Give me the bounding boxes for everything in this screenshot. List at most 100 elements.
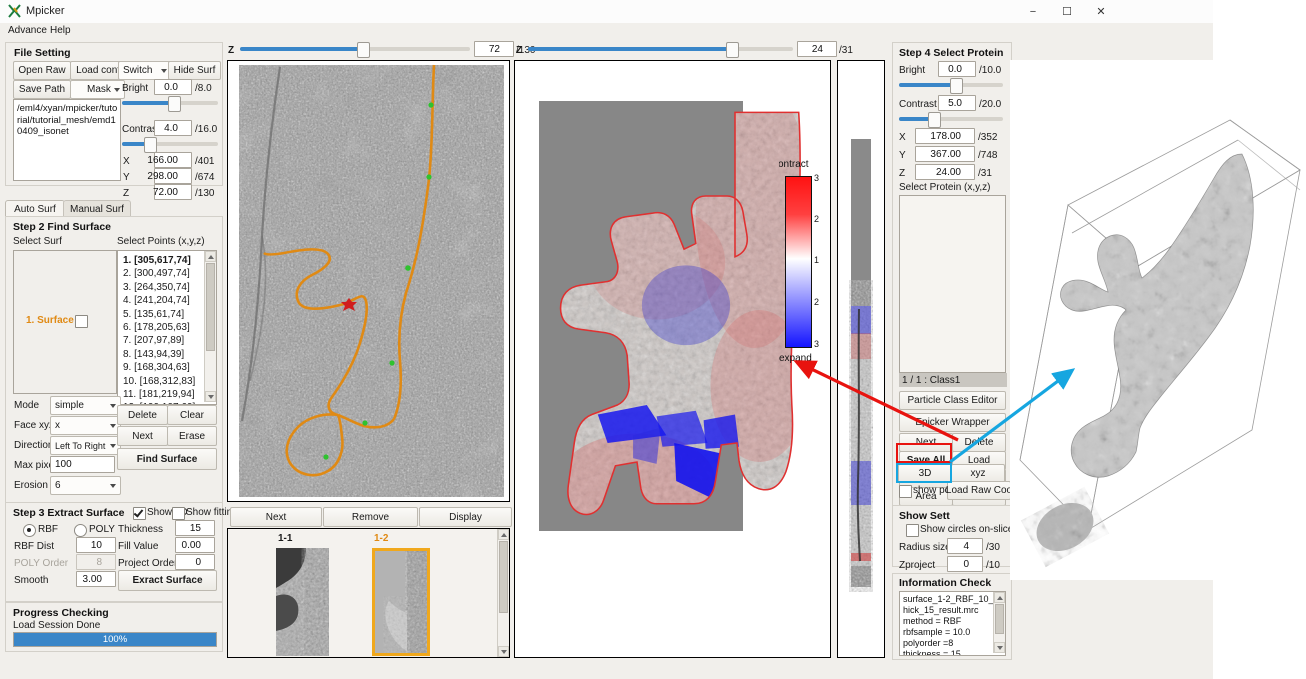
bright-spinbox[interactable]: 0.0: [154, 79, 192, 95]
thumbnail-image-1-1[interactable]: [276, 548, 329, 656]
slider-handle[interactable]: [144, 137, 157, 153]
menu-advance[interactable]: Advance: [5, 25, 50, 36]
scroll-down-icon[interactable]: [994, 642, 1005, 653]
face-xyz-dropdown[interactable]: x: [50, 416, 121, 435]
list-item[interactable]: 6. [178,205,63]: [118, 321, 204, 334]
find-surface-button[interactable]: Find Surface: [117, 448, 217, 470]
thickness-spinbox[interactable]: 15: [175, 520, 215, 536]
z-slider-center-spinbox[interactable]: 24: [797, 41, 837, 57]
list-item[interactable]: 8. [143,94,39]: [118, 348, 204, 361]
surface-list-item[interactable]: 1. Surface: [26, 315, 74, 326]
slider-handle[interactable]: [357, 42, 370, 58]
erase-button[interactable]: Erase: [167, 426, 217, 446]
z-slider-left-spinbox[interactable]: 72: [474, 41, 514, 57]
raw-tomogram-viewport[interactable]: [227, 60, 510, 502]
protein-delete-button[interactable]: Delete: [952, 433, 1006, 452]
slider-handle[interactable]: [950, 78, 963, 94]
open-raw-button[interactable]: Open Raw: [13, 61, 71, 80]
scroll-up-icon[interactable]: [205, 251, 216, 262]
erosion-dropdown[interactable]: 6: [50, 476, 121, 495]
list-item[interactable]: 1. [305,617,74]: [118, 254, 204, 267]
x-spinbox[interactable]: 166.00: [147, 152, 192, 168]
list-item[interactable]: 3. [264,350,74]: [118, 281, 204, 294]
direction-dropdown[interactable]: Left To Right: [50, 436, 121, 455]
protein-bright-slider[interactable]: [899, 78, 1003, 94]
particle-class-editor-button[interactable]: Particle Class Editor: [899, 391, 1006, 410]
z-slider-center[interactable]: [528, 42, 793, 58]
protein-contrast-slider[interactable]: [899, 112, 1003, 128]
list-item[interactable]: 2. [300,497,74]: [118, 267, 204, 280]
three-d-surface-render[interactable]: [1010, 60, 1306, 580]
project-order-spinbox[interactable]: 0: [175, 554, 215, 570]
protein-x-spinbox[interactable]: 178.00: [915, 128, 975, 144]
show-circles-checkbox[interactable]: [906, 524, 919, 537]
mode-dropdown[interactable]: simple: [50, 396, 121, 415]
clear-points-button[interactable]: Clear: [167, 405, 217, 425]
show-point-checkbox[interactable]: [899, 485, 912, 498]
next-point-button[interactable]: Next: [117, 426, 168, 446]
flattened-surface-viewport[interactable]: contract 3 2 1 2 3 expand: [514, 60, 831, 658]
save-path-button[interactable]: Save Path: [13, 80, 71, 99]
class-selector-row[interactable]: 1 / 1 : Class1: [899, 373, 1007, 387]
max-pixel-spinbox[interactable]: 100: [50, 456, 115, 473]
protein-y-spinbox[interactable]: 367.00: [915, 146, 975, 162]
list-item[interactable]: 10. [168,312,83]: [118, 375, 204, 388]
radius-size-spinbox[interactable]: 4: [947, 538, 983, 554]
next-surface-button[interactable]: Next: [230, 507, 322, 527]
rbf-radio[interactable]: [23, 524, 36, 537]
scrollbar-thumb[interactable]: [499, 541, 508, 613]
scroll-up-icon[interactable]: [498, 529, 509, 540]
fill-value-spinbox[interactable]: 0.00: [175, 537, 215, 553]
scrollbar-thumb[interactable]: [995, 604, 1004, 634]
zproject-spinbox[interactable]: 0: [947, 556, 983, 572]
list-item[interactable]: 7. [207,97,89]: [118, 334, 204, 347]
thumbnails-scrollbar[interactable]: [497, 529, 509, 657]
maximize-button[interactable]: ☐: [1054, 3, 1080, 21]
three-d-viewer[interactable]: [1010, 60, 1306, 580]
switch-dropdown[interactable]: Switch: [118, 61, 172, 80]
show-fitting-checkbox[interactable]: [172, 507, 185, 520]
z-spinbox[interactable]: 72.00: [153, 184, 192, 200]
side-slice-image[interactable]: [838, 61, 884, 657]
points-listbox[interactable]: 1. [305,617,74] 2. [300,497,74] 3. [264,…: [117, 250, 217, 405]
thumbnail-image-1-2[interactable]: [372, 548, 430, 656]
protein-listbox[interactable]: [899, 195, 1006, 373]
raw-tomogram-image[interactable]: [228, 61, 509, 501]
contrast-spinbox[interactable]: 4.0: [154, 120, 192, 136]
minimize-button[interactable]: −: [1020, 3, 1046, 21]
remove-surface-button[interactable]: Remove: [323, 507, 418, 527]
points-list-scrollbar[interactable]: [204, 251, 216, 402]
poly-radio[interactable]: [74, 524, 87, 537]
surface-listbox[interactable]: 1. Surface: [13, 250, 117, 394]
contrast-slider[interactable]: [122, 137, 218, 153]
close-button[interactable]: ✕: [1088, 3, 1114, 21]
scroll-down-icon[interactable]: [498, 646, 509, 657]
rbf-dist-spinbox[interactable]: 10: [76, 537, 116, 553]
display-surface-button[interactable]: Display: [419, 507, 512, 527]
scrollbar-thumb[interactable]: [206, 263, 215, 351]
load-raw-coord-button[interactable]: Load Raw Coo: [946, 481, 1012, 500]
scroll-down-icon[interactable]: [205, 391, 216, 402]
list-item[interactable]: 5. [135,61,74]: [118, 308, 204, 321]
slider-handle[interactable]: [726, 42, 739, 58]
surface-visibility-checkbox[interactable]: [75, 315, 88, 328]
path-textbox[interactable]: /eml4/xyan/mpicker/tutorial/tutorial_mes…: [13, 99, 121, 181]
epicker-wrapper-button[interactable]: Epicker Wrapper: [899, 413, 1006, 432]
side-slice-viewport[interactable]: [837, 60, 885, 658]
bright-slider[interactable]: [122, 96, 218, 112]
hide-surf-button[interactable]: Hide Surf: [168, 61, 221, 80]
show-3d-checkbox[interactable]: [133, 507, 146, 520]
list-item[interactable]: 9. [168,304,63]: [118, 361, 204, 374]
surface-thumbnails-panel[interactable]: 1-1 1-2: [227, 528, 510, 658]
list-item[interactable]: 11. [181,219,94]: [118, 388, 204, 401]
delete-point-button[interactable]: Delete: [117, 405, 168, 425]
slider-handle[interactable]: [168, 96, 181, 112]
scroll-up-icon[interactable]: [994, 592, 1005, 603]
information-scrollbar[interactable]: [993, 592, 1005, 653]
protein-bright-spinbox[interactable]: 0.0: [938, 61, 976, 77]
smooth-spinbox[interactable]: 3.00: [76, 571, 116, 587]
protein-z-spinbox[interactable]: 24.00: [915, 164, 975, 180]
z-slider-left[interactable]: [240, 42, 470, 58]
protein-contrast-spinbox[interactable]: 5.0: [938, 95, 976, 111]
y-spinbox[interactable]: 298.00: [147, 168, 192, 184]
